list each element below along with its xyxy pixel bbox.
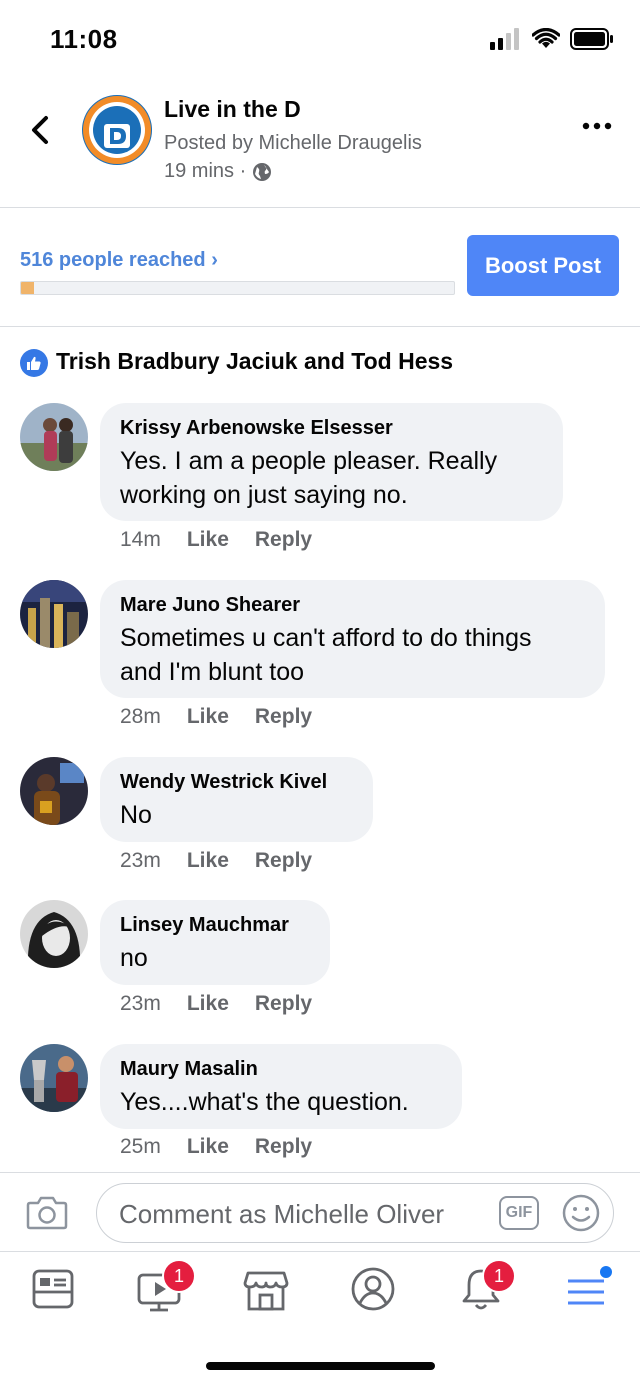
commenter-name[interactable]: Maury Masalin	[120, 1058, 442, 1081]
status-icons	[490, 26, 614, 52]
comment-text: Yes....what's the question.	[120, 1088, 409, 1116]
more-options-icon[interactable]	[582, 116, 612, 136]
signal-icon	[490, 28, 519, 50]
comment-text: Sometimes u can't afford to do things	[120, 624, 532, 652]
comment-time: 28m	[120, 705, 161, 728]
status-time: 11:08	[50, 24, 118, 54]
like-comment-button[interactable]: Like	[187, 992, 229, 1016]
reply-comment-button[interactable]: Reply	[255, 992, 312, 1016]
reply-comment-button[interactable]: Reply	[255, 849, 312, 873]
like-comment-button[interactable]: Like	[187, 849, 229, 873]
comment-time: 23m	[120, 992, 161, 1015]
comment-actions: 14m Like Reply	[120, 528, 312, 552]
comment-text: working on just saying no.	[120, 481, 408, 509]
back-chevron-icon[interactable]	[26, 110, 54, 150]
comment-actions: 25m Like Reply	[120, 1135, 312, 1159]
posted-by-text: Posted by Michelle Draugelis	[164, 132, 422, 154]
news-feed-icon[interactable]	[30, 1265, 78, 1313]
boost-post-button[interactable]: Boost Post	[467, 235, 619, 296]
commenter-avatar[interactable]	[20, 1044, 88, 1112]
comment-actions: 23m Like Reply	[120, 849, 312, 873]
comment-bubble[interactable]: Linsey Mauchmar no	[100, 900, 330, 985]
home-indicator[interactable]	[206, 1362, 435, 1370]
comment-bubble[interactable]: Krissy Arbenowske Elsesser Yes. I am a p…	[100, 403, 563, 521]
reply-comment-button[interactable]: Reply	[255, 1135, 312, 1159]
battery-icon	[570, 28, 613, 50]
thumbs-up-icon	[27, 356, 41, 370]
header-divider	[0, 207, 640, 208]
like-reaction-icon[interactable]	[20, 349, 48, 377]
notifications-badge: 1	[482, 1259, 516, 1293]
comment-actions: 23m Like Reply	[120, 992, 312, 1016]
gif-button[interactable]: GIF	[499, 1196, 539, 1230]
page-logo[interactable]	[82, 95, 152, 165]
emoji-icon[interactable]	[561, 1193, 601, 1233]
comment-bubble[interactable]: Mare Juno Shearer Sometimes u can't affo…	[100, 580, 605, 698]
comment-input-placeholder: Comment as Michelle Oliver	[119, 1199, 445, 1229]
comment-actions: 28m Like Reply	[120, 705, 312, 729]
people-reached-link[interactable]: 516 people reached ›	[20, 249, 218, 272]
commenter-avatar[interactable]	[20, 580, 88, 648]
post-time: 19 mins ·	[164, 160, 272, 183]
composer-divider	[0, 1172, 640, 1173]
commenter-avatar[interactable]	[20, 403, 88, 471]
commenter-avatar[interactable]	[20, 757, 88, 825]
reply-comment-button[interactable]: Reply	[255, 705, 312, 729]
menu-icon[interactable]	[564, 1265, 612, 1313]
likers-names[interactable]: Trish Bradbury Jaciuk and Tod Hess	[56, 348, 453, 375]
comment-time: 14m	[120, 528, 161, 551]
wifi-icon	[532, 28, 560, 48]
globe-icon	[253, 162, 272, 181]
comment-time: 25m	[120, 1135, 161, 1158]
comment-text: No	[120, 801, 152, 829]
camera-icon[interactable]	[26, 1193, 68, 1231]
comment-text: Yes. I am a people pleaser. Really	[120, 447, 498, 475]
comment-input[interactable]: Comment as Michelle Oliver GIF	[96, 1183, 614, 1243]
commenter-name[interactable]: Mare Juno Shearer	[120, 594, 585, 617]
watch-badge: 1	[162, 1259, 196, 1293]
marketplace-icon[interactable]	[242, 1265, 290, 1313]
commenter-avatar[interactable]	[20, 900, 88, 968]
reply-comment-button[interactable]: Reply	[255, 528, 312, 552]
post-time-text: 19 mins ·	[164, 160, 247, 182]
comment-time: 23m	[120, 849, 161, 872]
comment-bubble[interactable]: Wendy Westrick Kivel No	[100, 757, 373, 842]
reach-progress-fill	[21, 282, 34, 294]
commenter-name[interactable]: Krissy Arbenowske Elsesser	[120, 417, 543, 440]
commenter-name[interactable]: Wendy Westrick Kivel	[120, 771, 353, 794]
comment-bubble[interactable]: Maury Masalin Yes....what's the question…	[100, 1044, 462, 1129]
like-comment-button[interactable]: Like	[187, 1135, 229, 1159]
page-name[interactable]: Live in the D	[164, 96, 301, 123]
reach-progress-bar	[20, 281, 455, 295]
reach-divider	[0, 326, 640, 327]
tabbar-divider	[0, 1251, 640, 1252]
like-comment-button[interactable]: Like	[187, 528, 229, 552]
like-comment-button[interactable]: Like	[187, 705, 229, 729]
comment-text: no	[120, 944, 148, 972]
commenter-name[interactable]: Linsey Mauchmar	[120, 914, 310, 937]
live-in-the-d-logo	[83, 96, 151, 164]
comment-text: and I'm blunt too	[120, 658, 305, 686]
profile-icon[interactable]	[349, 1265, 397, 1313]
